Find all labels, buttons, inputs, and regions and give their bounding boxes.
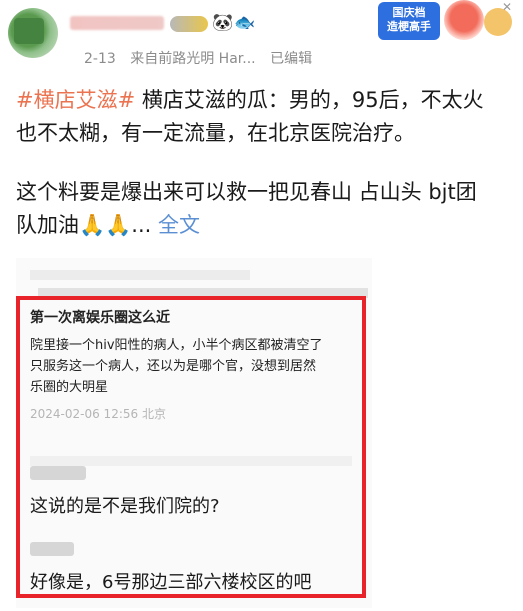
quoted-line-2: 只服务这一个病人，还以为是哪个官，没想到居然 xyxy=(30,359,317,374)
full-text-link[interactable]: 全文 xyxy=(158,213,200,237)
post-source[interactable]: 来自前路光明 Har... xyxy=(130,51,255,67)
hashtag-link[interactable]: #横店艾滋# xyxy=(16,88,135,112)
avatar-blur xyxy=(14,18,44,44)
post-edited-label[interactable]: 已编辑 xyxy=(270,51,312,67)
reply-username-blurred xyxy=(30,466,86,480)
post-date: 2-13 xyxy=(84,51,116,67)
post-line-4: 队加油🙏🙏... 全文 xyxy=(16,213,200,237)
pray-emoji-icon: 🙏🙏 xyxy=(79,213,132,237)
quoted-line-1: 院里接一个hiv阳性的病人，小半个病区都被清空了 xyxy=(30,338,323,353)
post-meta: 2-13 来自前路光明 Har... 已编辑 xyxy=(84,48,322,68)
quoted-timestamp: 2024-02-06 12:56 北京 xyxy=(30,407,166,421)
quoted-post: 第一次离娱乐圈这么近 院里接一个hiv阳性的病人，小半个病区都被清空了 只服务这… xyxy=(30,308,360,425)
quoted-title: 第一次离娱乐圈这么近 xyxy=(30,310,170,326)
fish-icon: 🐟 xyxy=(234,13,256,33)
reply-text-2: 好像是，6号那边三部六楼校区的吧 xyxy=(30,572,312,593)
ad-label[interactable]: 国庆档 造梗高手 xyxy=(378,2,440,40)
post-image[interactable]: 第一次离娱乐圈这么近 院里接一个hiv阳性的病人，小半个病区都被清空了 只服务这… xyxy=(16,258,372,608)
username-blurred[interactable] xyxy=(70,16,164,30)
post-line-3: 这个料要是爆出来可以救一把见春山 占山头 bjt团 xyxy=(16,180,477,204)
vip-badge xyxy=(170,16,208,32)
ad-character-icon xyxy=(444,0,484,40)
avatar[interactable] xyxy=(8,8,58,58)
close-icon[interactable]: ✕ xyxy=(502,0,512,14)
post-body: #横店艾滋# 横店艾滋的瓜：男的，95后，不太火 也不太糊，有一定流量，在北京医… xyxy=(16,84,516,242)
image-blur-bar xyxy=(30,270,250,280)
reply-username-blurred xyxy=(30,542,74,556)
panda-icon: 🐼 xyxy=(212,13,234,33)
ad-banner[interactable]: 国庆档 造梗高手 ✕ xyxy=(378,0,518,46)
divider xyxy=(30,456,352,466)
highlight-box: 第一次离娱乐圈这么近 院里接一个hiv阳性的病人，小半个病区都被清空了 只服务这… xyxy=(16,296,366,598)
post-line-1: #横店艾滋# 横店艾滋的瓜：男的，95后，不太火 xyxy=(16,88,484,112)
quoted-line-3: 乐圈的大明星 xyxy=(30,380,109,395)
reply-text-1: 这说的是不是我们院的? xyxy=(30,496,220,517)
post-line-2: 也不太糊，有一定流量，在北京医院治疗。 xyxy=(16,121,415,145)
